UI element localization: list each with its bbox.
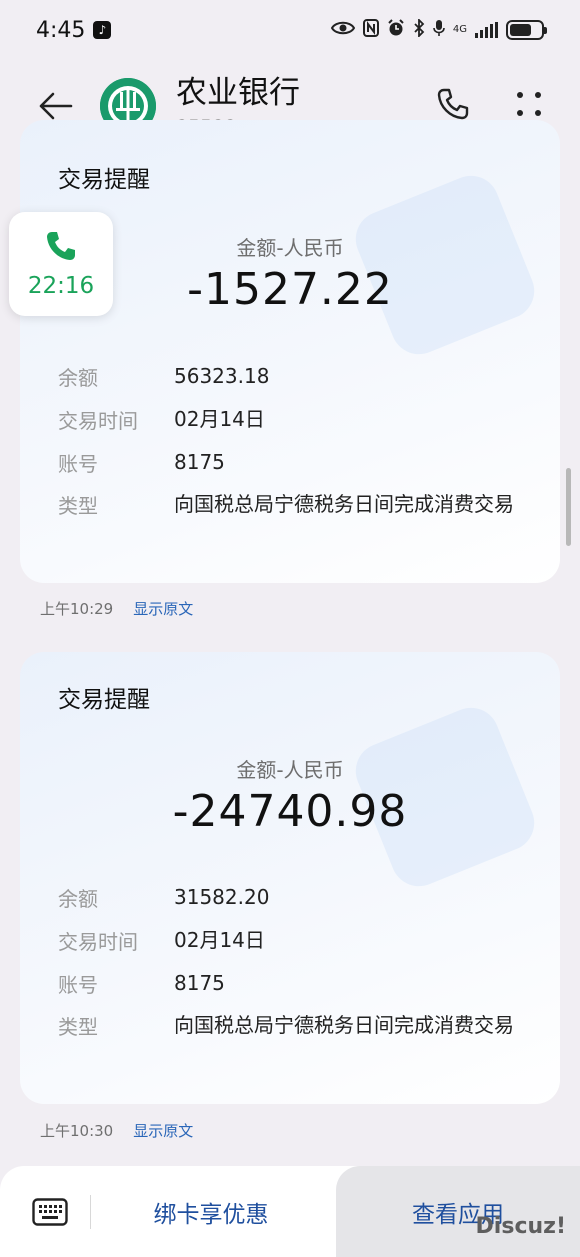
field-label: 交易时间 bbox=[58, 930, 138, 954]
field-label: 类型 bbox=[58, 494, 98, 518]
view-app-button[interactable]: 查看应用 Discuz! bbox=[336, 1166, 580, 1257]
field-label: 账号 bbox=[58, 973, 98, 997]
nfc-icon bbox=[362, 19, 379, 41]
field-label: 交易时间 bbox=[58, 409, 138, 433]
tiktok-icon: ♪ bbox=[93, 21, 112, 39]
field-value: 向国税总局宁德税务日间完成消费交易 bbox=[174, 492, 514, 516]
ongoing-call-bubble[interactable]: 22:16 bbox=[9, 212, 113, 316]
message-time: 上午10:29 bbox=[40, 600, 114, 618]
field-label: 类型 bbox=[58, 1015, 98, 1039]
transaction-card: 交易提醒 金额-人民币 -24740.98 余额 31582.20 交易时间 0… bbox=[20, 652, 560, 1104]
contact-name: 农业银行 bbox=[176, 75, 300, 111]
status-bar: 4:45 ♪ 4G bbox=[0, 0, 580, 60]
field-row: 交易时间 02月14日 bbox=[58, 405, 538, 434]
field-value: 8175 bbox=[174, 971, 225, 995]
battery-icon bbox=[506, 20, 547, 40]
message-meta: 上午10:29 显示原文 bbox=[40, 598, 193, 619]
amount-value: -24740.98 bbox=[172, 786, 408, 837]
field-label: 账号 bbox=[58, 452, 98, 476]
message-meta: 上午10:30 显示原文 bbox=[40, 1120, 193, 1141]
alarm-icon bbox=[387, 19, 405, 41]
transaction-card: 交易提醒 金额-人民币 -1527.22 余额 56323.18 交易时间 02… bbox=[20, 120, 560, 583]
field-value: 02月14日 bbox=[174, 407, 265, 431]
more-options-icon[interactable] bbox=[514, 89, 544, 123]
call-icon bbox=[44, 229, 78, 267]
field-value: 向国税总局宁德税务日间完成消费交易 bbox=[174, 1013, 514, 1037]
field-row: 余额 31582.20 bbox=[58, 883, 538, 912]
signal-icon bbox=[475, 22, 498, 38]
field-row: 类型 向国税总局宁德税务日间完成消费交易 bbox=[58, 1011, 538, 1040]
bluetooth-icon bbox=[413, 17, 425, 41]
discuz-watermark: Discuz! bbox=[475, 1214, 566, 1239]
field-row: 类型 向国税总局宁德税务日间完成消费交易 bbox=[58, 490, 538, 519]
network-label: 4G bbox=[452, 24, 467, 35]
field-row: 余额 56323.18 bbox=[58, 362, 538, 391]
mic-icon bbox=[433, 19, 445, 41]
show-original-link[interactable]: 显示原文 bbox=[133, 598, 193, 619]
battery-fill bbox=[510, 24, 531, 36]
status-time: 4:45 bbox=[36, 17, 86, 43]
bind-card-button[interactable]: 绑卡享优惠 bbox=[91, 1195, 331, 1229]
eye-icon bbox=[330, 20, 356, 40]
field-row: 账号 8175 bbox=[58, 969, 538, 998]
field-label: 余额 bbox=[58, 887, 98, 911]
call-duration: 22:16 bbox=[27, 273, 95, 299]
scrollbar[interactable] bbox=[566, 468, 571, 546]
message-time: 上午10:30 bbox=[40, 1122, 114, 1140]
field-row: 交易时间 02月14日 bbox=[58, 926, 538, 955]
show-original-link[interactable]: 显示原文 bbox=[133, 1120, 193, 1141]
field-value: 8175 bbox=[174, 450, 225, 474]
bottom-action-bar: 绑卡享优惠 查看应用 Discuz! bbox=[0, 1166, 580, 1257]
field-row: 账号 8175 bbox=[58, 448, 538, 477]
keyboard-icon[interactable] bbox=[10, 1182, 90, 1242]
field-value: 56323.18 bbox=[174, 364, 270, 388]
field-value: 31582.20 bbox=[174, 885, 270, 909]
card-title: 交易提醒 bbox=[58, 687, 150, 713]
status-icons: 4G bbox=[330, 17, 547, 41]
card-title: 交易提醒 bbox=[58, 167, 150, 193]
field-label: 余额 bbox=[58, 366, 98, 390]
amount-label: 金额-人民币 bbox=[236, 758, 344, 782]
field-value: 02月14日 bbox=[174, 928, 265, 952]
